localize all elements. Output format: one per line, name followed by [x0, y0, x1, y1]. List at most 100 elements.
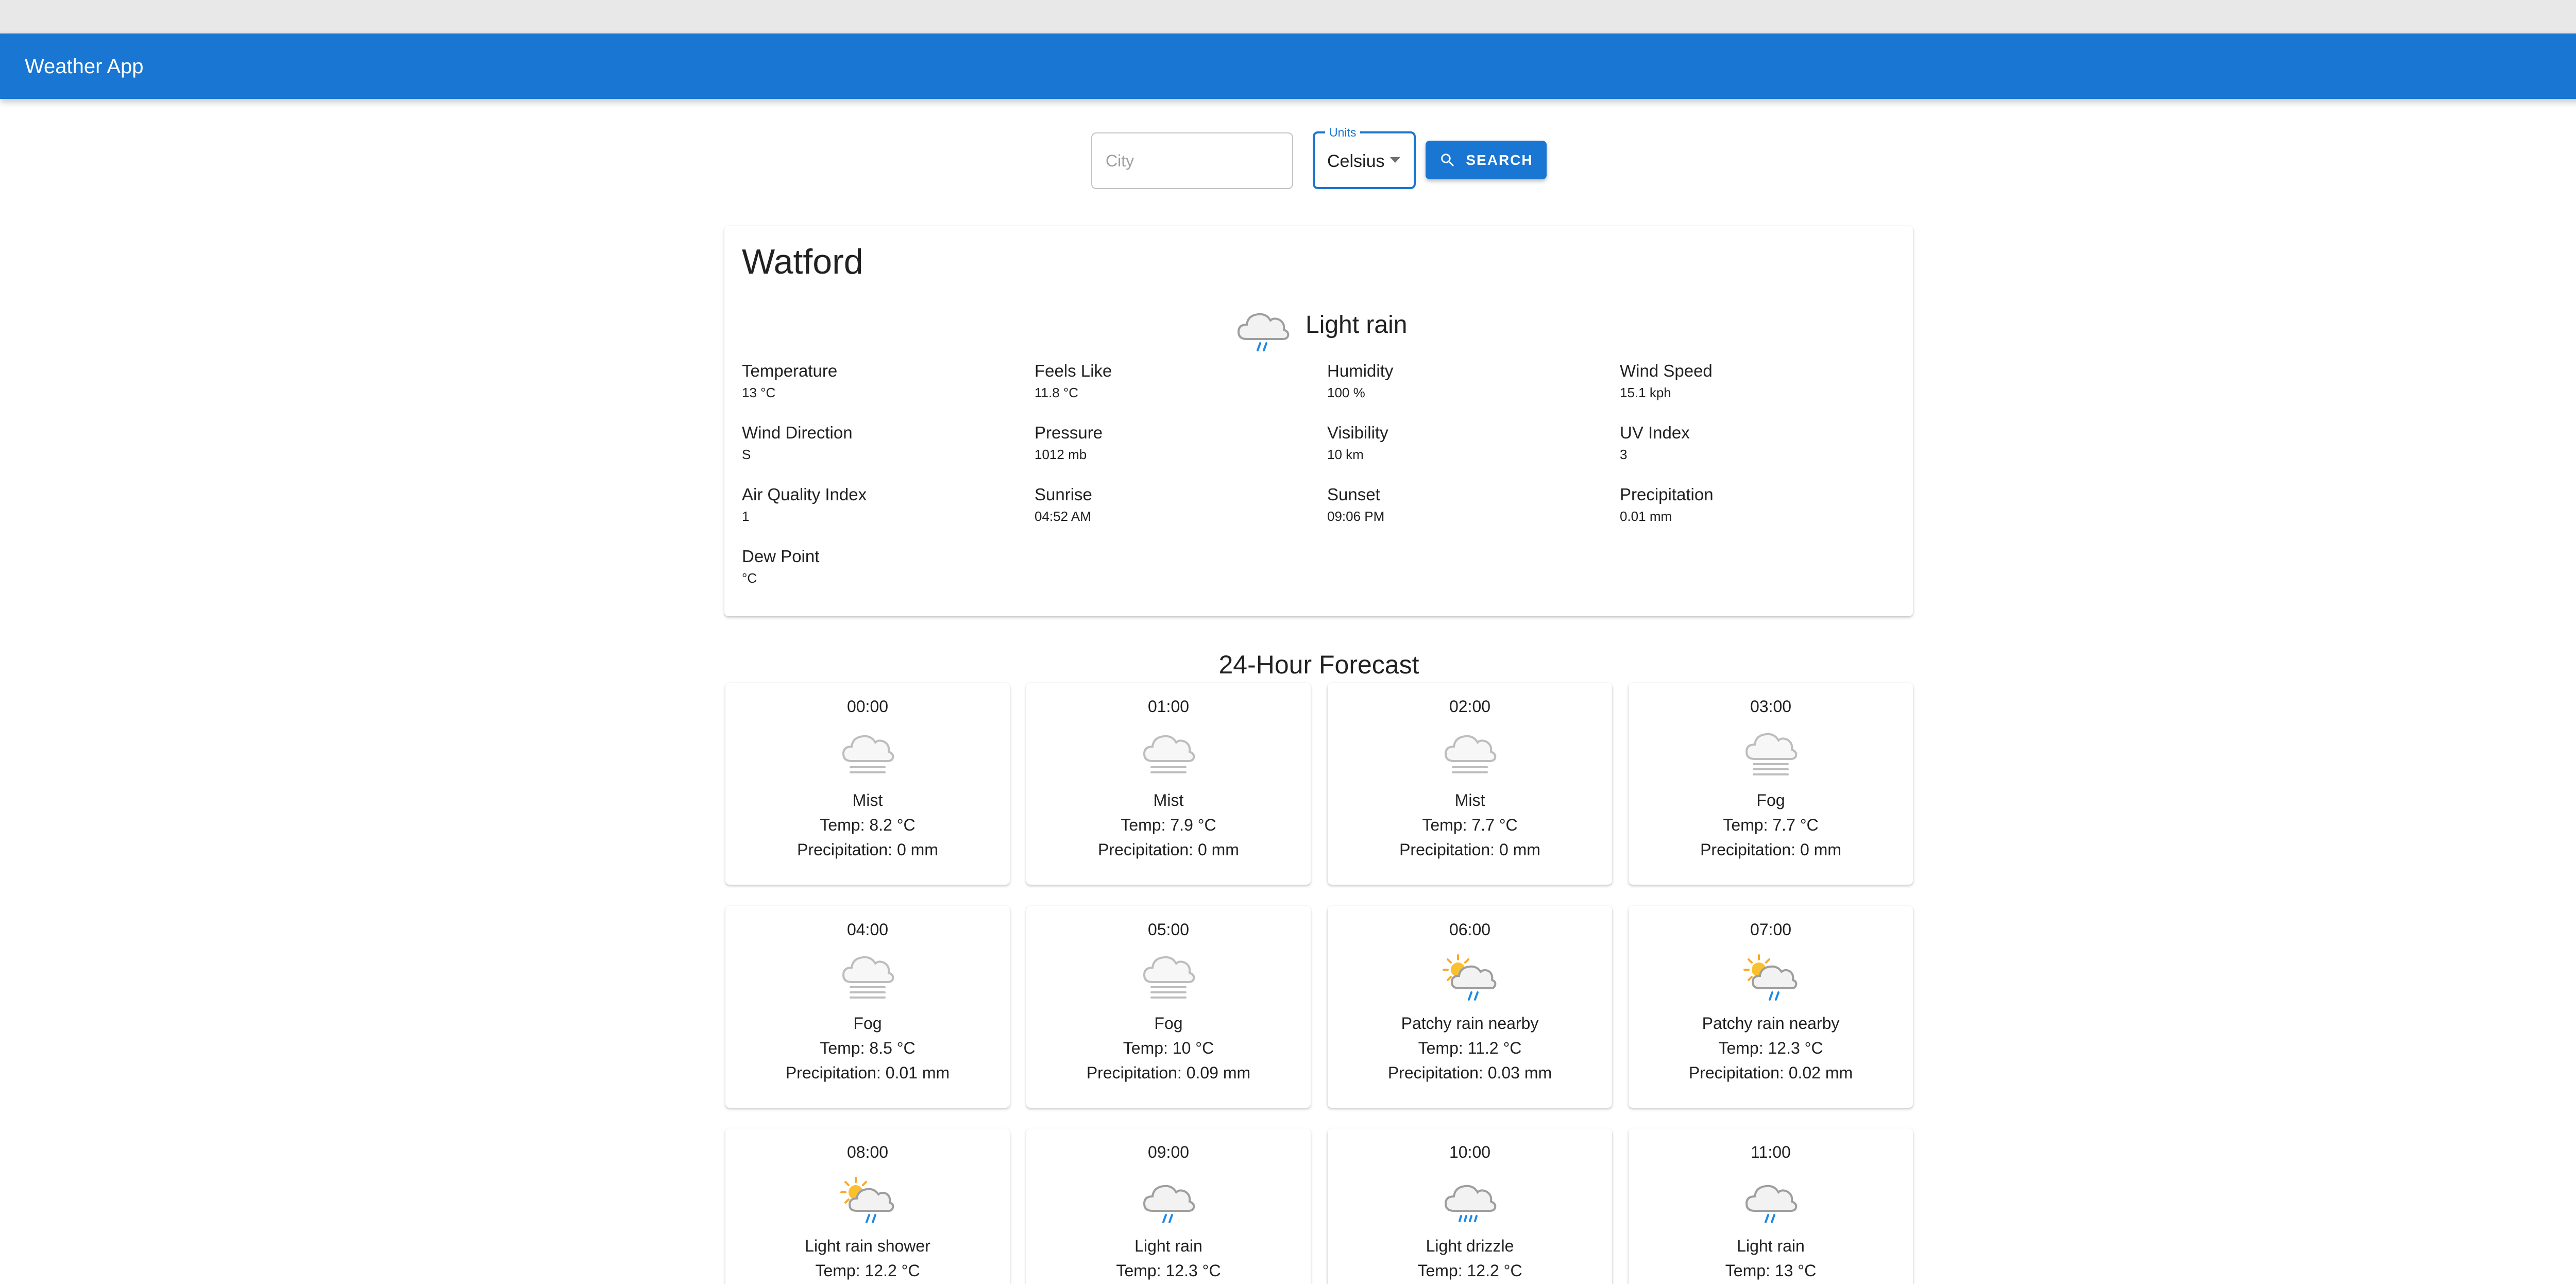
forecast-precip-value: 0.01 mm [885, 1063, 950, 1082]
metric-wind-direction: Wind Direction S [742, 423, 1030, 464]
metric-value: 09:06 PM [1327, 509, 1385, 524]
forecast-time: 10:00 [1449, 1143, 1491, 1161]
forecast-temp-value: 12.3 °C [1768, 1039, 1823, 1057]
forecast-precip-value: 0 mm [1197, 840, 1239, 859]
forecast-time: 07:00 [1750, 920, 1792, 939]
forecast-condition: Fog [1756, 791, 1785, 809]
forecast-temp-prefix: Temp: [820, 816, 870, 834]
forecast-precip-value: 0 mm [1800, 840, 1841, 859]
mist-icon [1444, 735, 1497, 773]
forecast-condition: Mist [1454, 791, 1485, 809]
metric-dew-point: Dew Point °C [742, 546, 1030, 587]
forecast-card: 11:00 Light rain Temp: 13 °C [1629, 1128, 1913, 1284]
forecast-precip-value: 0.02 mm [1788, 1063, 1853, 1082]
forecast-temp: Temp: 7.7 °C [1328, 815, 1612, 835]
forecast-temp: Temp: 13 °C [1629, 1260, 1913, 1281]
forecast-precip-prefix: Precipitation: [1399, 840, 1499, 859]
app-bar: Weather App [0, 33, 2576, 99]
metric-feels-like: Feels Like 11.8 °C [1035, 361, 1323, 402]
metric-label: Dew Point [742, 547, 820, 566]
forecast-precip-prefix: Precipitation: [1700, 840, 1800, 859]
forecast-condition: Light drizzle [1426, 1237, 1514, 1255]
city-field[interactable] [1091, 132, 1293, 189]
metric-temperature: Temperature 13 °C [742, 361, 1030, 402]
forecast-condition: Light rain [1737, 1237, 1805, 1255]
metric-value: 0.01 mm [1620, 509, 1672, 524]
forecast-temp: Temp: 8.5 °C [725, 1038, 1010, 1058]
forecast-temp-value: 7.9 °C [1170, 816, 1216, 834]
forecast-precip-value: 0.09 mm [1186, 1063, 1251, 1082]
sun-cloud-rain-icon [1443, 954, 1497, 1001]
forecast-temp-value: 12.2 °C [865, 1261, 920, 1280]
forecast-temp-value: 10 °C [1172, 1039, 1214, 1057]
forecast-temp-prefix: Temp: [1723, 816, 1773, 834]
forecast-time: 09:00 [1147, 1143, 1190, 1161]
metric-label: Feels Like [1035, 361, 1112, 380]
forecast-condition: Mist [1153, 791, 1184, 809]
search-button-label: SEARCH [1466, 151, 1533, 168]
metric-sunset: Sunset 09:06 PM [1327, 484, 1616, 526]
forecast-card: 05:00 Fog Temp: 10 °C Precipitation: 0.09 m… [1026, 906, 1311, 1108]
forecast-precipitation: Precipitation: 0.01 mm [725, 1062, 1010, 1083]
forecast-card: 06:00 Patchy rain nearby Temp: 11.2 °C Prec… [1328, 906, 1612, 1108]
metric-value: 15.1 kph [1620, 385, 1671, 400]
forecast-temp: Temp: 12.2 °C [725, 1260, 1010, 1281]
forecast-time: 05:00 [1147, 920, 1190, 939]
mist-icon [1143, 735, 1195, 773]
forecast-temp: Temp: 12.2 °C [1328, 1260, 1612, 1281]
metric-value: 100 % [1327, 385, 1365, 400]
metric-label: Sunrise [1035, 485, 1092, 504]
forecast-title: 24-Hour Forecast [1218, 650, 1419, 679]
forecast-condition: Fog [1154, 1014, 1183, 1033]
forecast-precip-value: 0.03 mm [1487, 1063, 1552, 1082]
forecast-precipitation: Precipitation: 0 mm [1328, 839, 1612, 860]
metric-pressure: Pressure 1012 mb [1035, 423, 1323, 464]
search-button[interactable]: SEARCH [1426, 141, 1547, 179]
forecast-card: 07:00 Patchy rain nearby Temp: 12.3 °C Prec… [1629, 906, 1913, 1108]
forecast-temp: Temp: 7.7 °C [1629, 815, 1913, 835]
metric-value: S [742, 447, 751, 462]
forecast-precipitation: Precipitation: 0.02 mm [1629, 1062, 1913, 1083]
units-select[interactable]: Units Celsius [1313, 126, 1416, 189]
forecast-precipitation: Precipitation: 0 mm [1026, 839, 1311, 860]
metric-value: 1012 mb [1035, 447, 1087, 462]
metric-label: Pressure [1035, 423, 1103, 442]
forecast-precip-value: 0 mm [1499, 840, 1540, 859]
sun-cloud-rain-icon [1743, 954, 1798, 1001]
metric-value: 3 [1620, 447, 1628, 462]
forecast-time: 03:00 [1750, 697, 1792, 716]
forecast-temp: Temp: 7.9 °C [1026, 815, 1311, 835]
forecast-temp-value: 8.5 °C [869, 1039, 916, 1057]
forecast-temp: Temp: 10 °C [1026, 1038, 1311, 1058]
forecast-precip-prefix: Precipitation: [1098, 840, 1198, 859]
search-bar: Units Celsius SEARCH [0, 126, 2576, 191]
forecast-card: 09:00 Light rain Temp: 12.3 °C [1026, 1128, 1311, 1284]
forecast-temp-prefix: Temp: [1123, 1039, 1173, 1057]
sun-cloud-rain-icon [840, 1177, 894, 1223]
metric-precipitation: Precipitation 0.01 mm [1620, 484, 1908, 526]
forecast-temp-prefix: Temp: [1417, 1261, 1467, 1280]
metric-label: Air Quality Index [742, 485, 867, 504]
forecast-condition: Patchy rain nearby [1401, 1014, 1539, 1033]
forecast-card: 10:00 Light drizzle Temp: 12.2 °C [1328, 1128, 1612, 1284]
forecast-precipitation: Precipitation: 0.03 mm [1328, 1062, 1612, 1083]
forecast-condition: Fog [853, 1014, 882, 1033]
browser-top-strip [0, 0, 2576, 33]
metric-value: 1 [742, 509, 750, 524]
forecast-precip-prefix: Precipitation: [1086, 1063, 1187, 1082]
current-condition: Light rain [724, 303, 1913, 354]
forecast-precip-prefix: Precipitation: [1387, 1063, 1488, 1082]
forecast-temp-prefix: Temp: [1725, 1261, 1775, 1280]
forecast-temp-value: 11.2 °C [1467, 1039, 1522, 1057]
metric-visibility: Visibility 10 km [1327, 423, 1616, 464]
city-input[interactable] [1092, 133, 1292, 188]
forecast-temp-prefix: Temp: [1418, 1039, 1468, 1057]
forecast-temp: Temp: 11.2 °C [1328, 1038, 1612, 1058]
forecast-temp-value: 8.2 °C [869, 816, 916, 834]
forecast-card: 00:00 Mist Temp: 8.2 °C Precipitation: 0 mm [725, 683, 1010, 885]
forecast-card: 04:00 Fog Temp: 8.5 °C Precipitation: 0.01 … [725, 906, 1010, 1108]
metric-label: Temperature [742, 361, 838, 380]
forecast-temp: Temp: 8.2 °C [725, 815, 1010, 835]
forecast-temp-prefix: Temp: [815, 1261, 865, 1280]
forecast-time: 11:00 [1751, 1143, 1791, 1161]
